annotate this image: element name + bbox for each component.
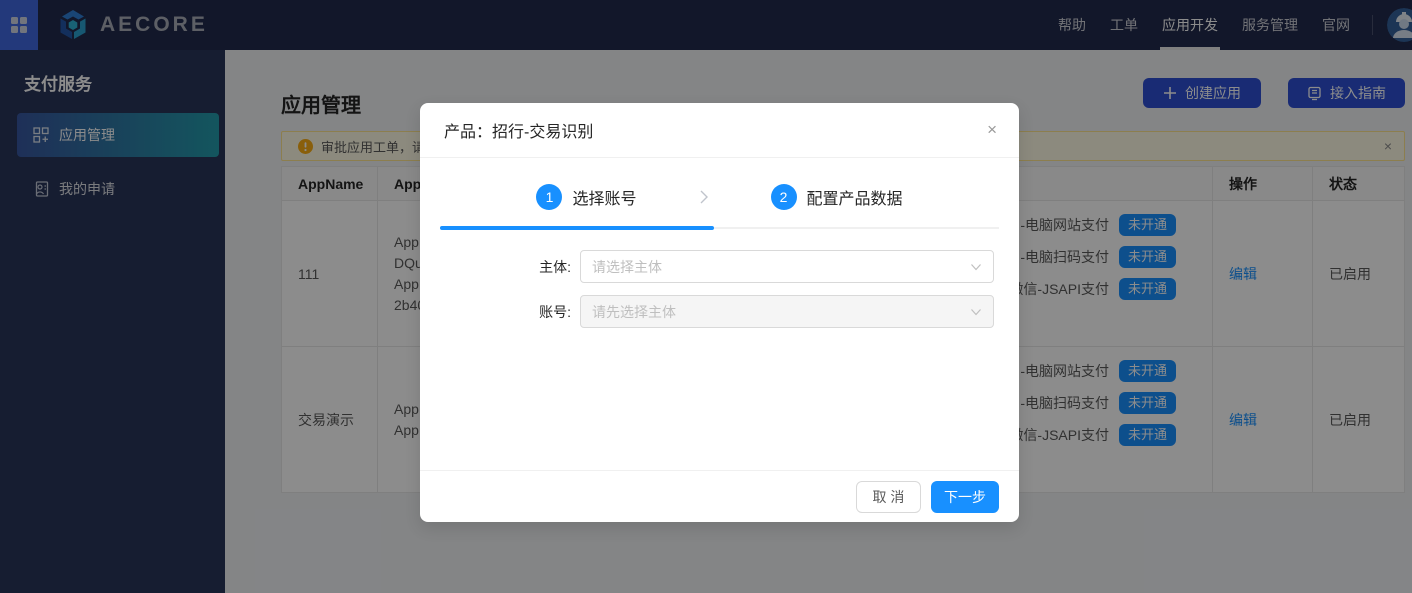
account-label: 账号: — [496, 302, 580, 322]
cancel-button[interactable]: 取 消 — [856, 481, 921, 513]
step-label: 选择账号 — [572, 185, 636, 209]
product-modal: 产品：招行-交易识别 × 1 选择账号 2 配置产品数据 主体 — [420, 103, 1019, 522]
next-step-button[interactable]: 下一步 — [931, 481, 999, 513]
account-select[interactable]: 请先选择主体 — [580, 295, 994, 328]
step-select-account: 1 选择账号 — [536, 184, 636, 210]
step-configure-product: 2 配置产品数据 — [771, 184, 903, 210]
modal-close-icon[interactable]: × — [987, 121, 997, 138]
account-form-row: 账号: 请先选择主体 — [420, 295, 1019, 328]
modal-header: 产品：招行-交易识别 — [420, 103, 1019, 158]
chevron-down-icon — [969, 305, 983, 324]
step-number: 2 — [771, 184, 797, 210]
wizard-steps: 1 选择账号 2 配置产品数据 — [420, 184, 1019, 210]
subject-label: 主体: — [496, 257, 580, 277]
subject-select[interactable]: 请选择主体 — [580, 250, 994, 283]
step-chevron-icon — [697, 188, 711, 206]
modal-title: 产品：招行-交易识别 — [444, 118, 593, 142]
account-select-placeholder: 请先选择主体 — [592, 302, 676, 322]
modal-footer: 取 消 下一步 — [420, 470, 1019, 522]
step-number: 1 — [536, 184, 562, 210]
steps-progress-fill — [440, 226, 714, 230]
subject-form-row: 主体: 请选择主体 — [420, 250, 1019, 283]
subject-select-placeholder: 请选择主体 — [592, 257, 662, 277]
app-root: AECORE 帮助 工单 应用开发 服务管理 官网 支付服务 — [0, 0, 1412, 593]
account-form: 主体: 请选择主体 账号: 请先选择主体 — [420, 250, 1019, 328]
steps-progress-track — [440, 226, 999, 230]
chevron-down-icon — [969, 260, 983, 279]
step-label: 配置产品数据 — [807, 185, 903, 209]
